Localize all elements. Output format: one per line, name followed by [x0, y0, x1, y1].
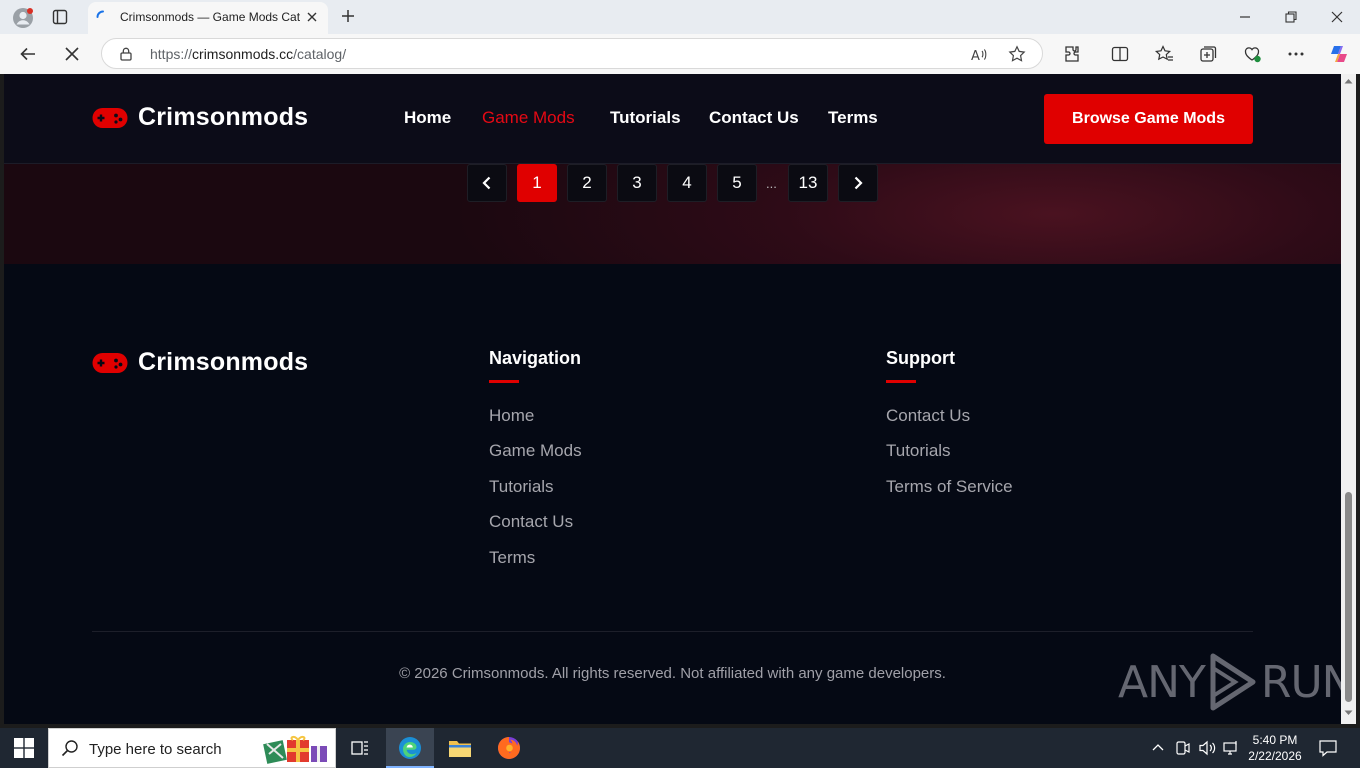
profile-avatar-icon[interactable]	[12, 7, 34, 29]
notifications-icon[interactable]	[1318, 739, 1338, 757]
loading-spinner-icon	[96, 10, 110, 24]
pagination-next-button[interactable]	[838, 164, 878, 202]
pagination-page-2[interactable]: 2	[567, 164, 607, 202]
scroll-up-arrow-icon[interactable]	[1344, 78, 1353, 84]
more-options-icon[interactable]	[1286, 44, 1306, 64]
taskbar-clock[interactable]: 5:40 PM 2/22/2026	[1244, 732, 1306, 764]
nav-terms[interactable]: Terms	[828, 108, 878, 128]
watermark-right-text: RUN	[1260, 656, 1341, 708]
favorite-star-icon[interactable]	[1008, 45, 1026, 63]
footer-link-terms-of-service[interactable]: Terms of Service	[886, 477, 1013, 497]
back-arrow-icon[interactable]	[18, 44, 38, 64]
nav-contact-us[interactable]: Contact Us	[709, 108, 799, 128]
url-path: /catalog/	[293, 46, 347, 62]
new-tab-icon[interactable]	[340, 8, 356, 24]
browser-toolbar: https://crimsonmods.cc/catalog/ A	[0, 34, 1360, 74]
site-logo[interactable]: Crimsonmods	[92, 103, 308, 132]
nav-tutorials[interactable]: Tutorials	[610, 108, 681, 128]
taskbar-edge-button[interactable]	[386, 728, 434, 768]
footer-link-contact-us[interactable]: Contact Us	[489, 512, 573, 532]
stop-loading-icon[interactable]	[62, 44, 82, 64]
pagination-ellipsis: ...	[766, 176, 777, 191]
pagination-prev-button[interactable]	[467, 164, 507, 202]
url-host: crimsonmods.cc	[192, 46, 294, 62]
firefox-icon[interactable]	[497, 736, 521, 760]
footer-brand-name: Crimsonmods	[138, 348, 309, 376]
site-header: Crimsonmods Home Game Mods Tutorials Con…	[4, 74, 1341, 164]
pagination-section: 1 2 3 4 5 ... 13	[4, 164, 1341, 264]
favorites-icon[interactable]	[1154, 44, 1174, 64]
browser-tab-active[interactable]: Crimsonmods — Game Mods Catalog	[88, 2, 328, 34]
taskbar-search-box[interactable]: Type here to search	[48, 728, 336, 768]
scrollbar-thumb[interactable]	[1345, 492, 1352, 702]
footer-support-heading: Support	[886, 348, 955, 368]
play-triangle-icon	[1210, 653, 1256, 711]
pagination-page-1[interactable]: 1	[517, 164, 557, 202]
footer-link-support-contact[interactable]: Contact Us	[886, 406, 970, 426]
windows-start-icon[interactable]	[14, 738, 34, 758]
url-scheme: https://	[150, 46, 193, 62]
footer-divider	[92, 631, 1253, 632]
page-viewport: Crimsonmods Home Game Mods Tutorials Con…	[4, 74, 1341, 724]
address-bar[interactable]: https://crimsonmods.cc/catalog/ A	[101, 38, 1043, 69]
meet-now-camera-icon[interactable]	[1176, 740, 1190, 756]
watermark-left-text: ANY	[1118, 656, 1206, 708]
anyrun-watermark: ANY RUN	[1118, 652, 1341, 712]
taskbar-search-placeholder: Type here to search	[89, 741, 222, 758]
pagination-page-4[interactable]: 4	[667, 164, 707, 202]
pagination-page-3[interactable]: 3	[617, 164, 657, 202]
edge-browser-icon	[399, 737, 421, 759]
close-window-icon[interactable]	[1330, 10, 1344, 24]
svg-text:A: A	[971, 49, 980, 64]
copilot-icon[interactable]	[1328, 43, 1348, 63]
file-explorer-icon[interactable]	[448, 737, 472, 759]
minimize-icon[interactable]	[1238, 10, 1252, 24]
footer-heading-underline	[886, 380, 916, 383]
nav-game-mods[interactable]: Game Mods	[482, 108, 575, 128]
tab-title: Crimsonmods — Game Mods Catalog	[120, 10, 300, 24]
nav-home[interactable]: Home	[404, 108, 451, 128]
tab-actions-icon[interactable]	[52, 9, 68, 25]
browser-essentials-icon[interactable]	[1242, 44, 1262, 64]
browse-game-mods-button[interactable]: Browse Game Mods	[1044, 94, 1253, 144]
collections-icon[interactable]	[1198, 44, 1218, 64]
footer-link-terms[interactable]: Terms	[489, 548, 535, 568]
restore-icon[interactable]	[1284, 10, 1298, 24]
footer-link-support-tutorials[interactable]: Tutorials	[886, 441, 951, 461]
chevron-right-icon	[854, 176, 863, 190]
url-text[interactable]: https://crimsonmods.cc/catalog/	[150, 46, 346, 62]
footer-link-home[interactable]: Home	[489, 406, 534, 426]
chevron-left-icon	[482, 176, 491, 190]
browser-tab-bar: Crimsonmods — Game Mods Catalog	[0, 0, 1360, 34]
footer-link-game-mods[interactable]: Game Mods	[489, 441, 582, 461]
footer-heading-underline	[489, 380, 519, 383]
lock-icon[interactable]	[118, 46, 134, 62]
volume-speaker-icon[interactable]	[1198, 740, 1216, 756]
windows-taskbar: Type here to search 5:40 PM 2/22/2026	[0, 728, 1360, 768]
task-view-icon[interactable]	[350, 738, 370, 758]
gamepad-icon	[92, 352, 128, 373]
footer-navigation-heading: Navigation	[489, 348, 582, 368]
page-scrollbar[interactable]	[1341, 74, 1356, 724]
search-icon	[61, 739, 79, 757]
split-screen-icon[interactable]	[1110, 44, 1130, 64]
pagination-page-5[interactable]: 5	[717, 164, 757, 202]
scroll-down-arrow-icon[interactable]	[1344, 710, 1353, 716]
network-icon[interactable]	[1222, 740, 1240, 756]
pagination-page-last[interactable]: 13	[788, 164, 828, 202]
footer-link-tutorials[interactable]: Tutorials	[489, 477, 554, 497]
close-tab-icon[interactable]	[306, 11, 318, 23]
search-highlight-gifts-icon	[263, 734, 333, 764]
show-hidden-icons-chevron-icon[interactable]	[1152, 742, 1164, 752]
gamepad-icon	[92, 107, 128, 128]
clock-time: 5:40 PM	[1252, 733, 1298, 747]
footer-logo[interactable]: Crimsonmods	[92, 348, 308, 377]
clock-date: 2/22/2026	[1248, 749, 1302, 763]
site-brand-name: Crimsonmods	[138, 103, 309, 131]
extensions-icon[interactable]	[1062, 44, 1082, 64]
read-aloud-icon[interactable]: A	[970, 46, 988, 64]
